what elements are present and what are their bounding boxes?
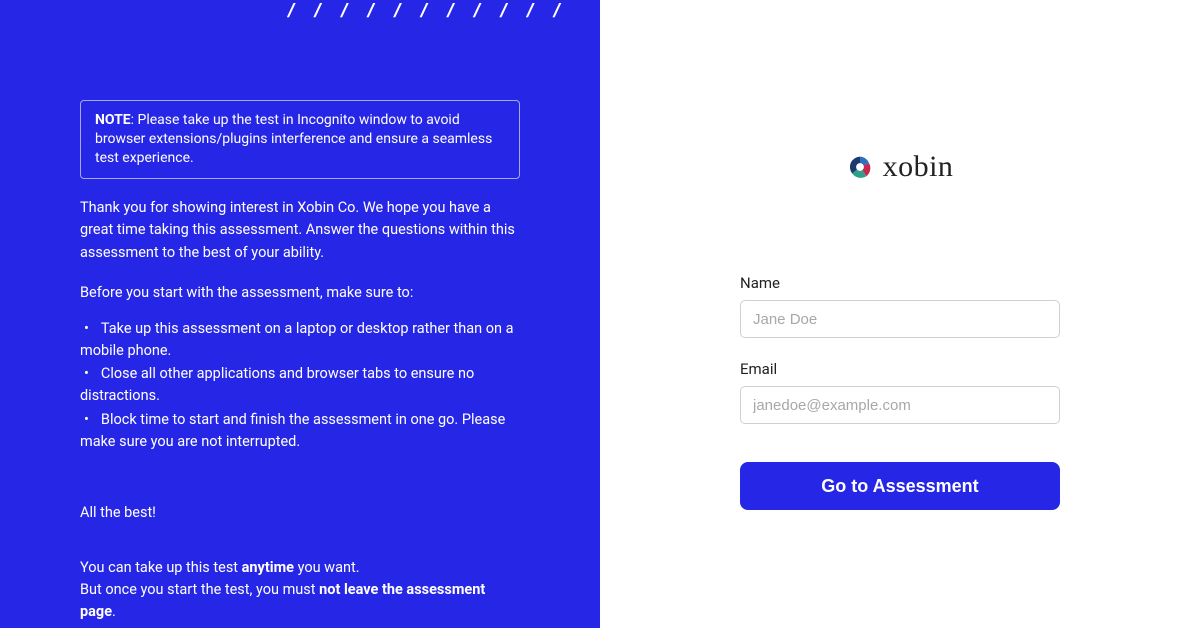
decorative-hashmarks: / / / / / / / / / / / [288, 0, 568, 21]
brand-name: xobin [883, 150, 954, 184]
name-label: Name [740, 274, 1060, 292]
checklist: Take up this assessment on a laptop or d… [80, 318, 520, 453]
login-form: Name Email Go to Assessment [740, 274, 1060, 510]
name-input[interactable] [740, 300, 1060, 338]
warning-block: You can take up this test anytime you wa… [80, 557, 520, 622]
note-callout: NOTE: Please take up the test in Incogni… [80, 100, 520, 179]
form-panel: xobin Name Email Go to Assessment [600, 0, 1200, 628]
list-item: Block time to start and finish the asses… [80, 409, 520, 453]
instructions-panel: / / / / / / / / / / / NOTE: Please take … [0, 0, 600, 628]
xobin-logo-icon [847, 154, 873, 180]
list-item: Close all other applications and browser… [80, 363, 520, 407]
name-field-group: Name [740, 274, 1060, 338]
go-to-assessment-button[interactable]: Go to Assessment [740, 462, 1060, 510]
email-input[interactable] [740, 386, 1060, 424]
email-field-group: Email [740, 360, 1060, 424]
closing-text: All the best! [80, 504, 520, 521]
warn-line-2: But once you start the test, you must no… [80, 579, 520, 623]
intro-text: Thank you for showing interest in Xobin … [80, 197, 520, 264]
note-label: NOTE [95, 112, 131, 128]
email-label: Email [740, 360, 1060, 378]
warn-line-1: You can take up this test anytime you wa… [80, 557, 520, 579]
note-text: : Please take up the test in Incognito w… [95, 112, 492, 166]
brand-logo: xobin [847, 150, 954, 184]
pre-list-text: Before you start with the assessment, ma… [80, 282, 520, 304]
list-item: Take up this assessment on a laptop or d… [80, 318, 520, 362]
